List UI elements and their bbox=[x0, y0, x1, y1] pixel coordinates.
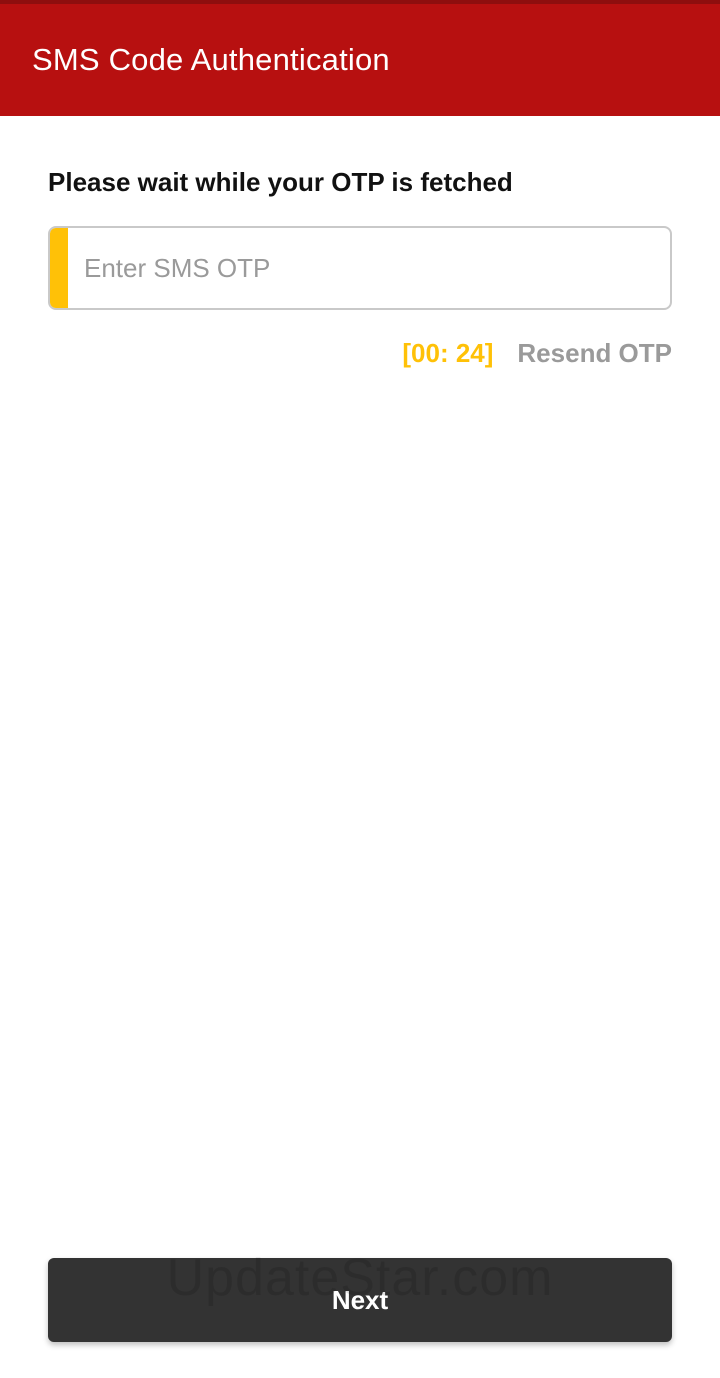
otp-input[interactable] bbox=[84, 228, 664, 308]
next-button[interactable]: Next bbox=[48, 1258, 672, 1342]
otp-timer-row: [00: 24] Resend OTP bbox=[402, 338, 672, 369]
otp-wait-message: Please wait while your OTP is fetched bbox=[48, 167, 513, 197]
page-title: SMS Code Authentication bbox=[32, 42, 390, 77]
app-bar: SMS Code Authentication bbox=[0, 4, 720, 116]
otp-countdown-timer: [00: 24] bbox=[402, 338, 494, 368]
otp-field-container[interactable] bbox=[48, 226, 672, 310]
resend-otp-link[interactable]: Resend OTP bbox=[517, 338, 672, 369]
otp-field-accent-bar bbox=[50, 228, 68, 308]
